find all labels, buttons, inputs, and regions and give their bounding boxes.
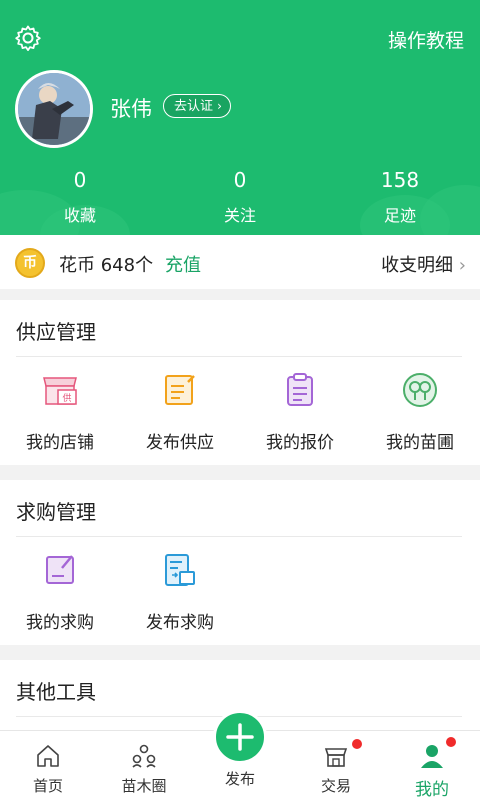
- divider: [16, 536, 462, 537]
- stat-value: 158: [380, 168, 420, 192]
- nav-label: 交易: [320, 777, 351, 795]
- chevron-right-icon: ›: [458, 255, 466, 276]
- stat-label: 收藏: [63, 206, 96, 225]
- nav-label: 我的: [415, 780, 449, 800]
- svg-text:供: 供: [62, 392, 71, 404]
- plus-icon: [226, 723, 254, 751]
- nav-label: 首页: [32, 777, 63, 795]
- my-purchase-icon: [46, 555, 74, 584]
- shop-icon: 供: [43, 377, 77, 405]
- profile-notification-badge: [446, 737, 456, 747]
- trade-notification-badge: [352, 739, 362, 749]
- verify-label: 去认证: [174, 99, 214, 114]
- stat-label: 关注: [223, 206, 256, 225]
- my-shop-button[interactable]: 供 我的店铺: [0, 370, 120, 453]
- card-title: 其他工具: [16, 680, 96, 704]
- publish-supply-icon: [165, 375, 195, 405]
- nav-trade[interactable]: 交易: [288, 731, 384, 800]
- username: 张伟: [110, 97, 152, 121]
- profile-header: 操作教程 张伟 去认证 › 0 收藏 0 关注 158 足迹: [0, 0, 480, 235]
- trade-icon: [324, 748, 348, 767]
- recharge-link[interactable]: 充值: [165, 251, 201, 277]
- publish-purchase-icon: [165, 554, 195, 586]
- card-title: 求购管理: [16, 500, 96, 524]
- stat-follows[interactable]: 0 关注: [190, 168, 290, 226]
- stat-footprints[interactable]: 158 足迹: [350, 168, 450, 226]
- nav-community[interactable]: 苗木圈: [96, 731, 192, 800]
- stat-value: 0: [233, 168, 247, 192]
- item-label: 我的店铺: [26, 433, 94, 453]
- item-label: 我的报价: [266, 433, 334, 453]
- nursery-icon: [403, 373, 437, 407]
- gear-icon[interactable]: [14, 24, 42, 52]
- tutorial-link[interactable]: 操作教程: [388, 26, 464, 53]
- stat-favorites[interactable]: 0 收藏: [30, 168, 130, 226]
- publish-purchase-button[interactable]: 发布求购: [120, 550, 240, 633]
- verify-button[interactable]: 去认证 ›: [163, 94, 231, 118]
- item-label: 发布供应: [146, 433, 214, 453]
- publish-label: 发布: [224, 770, 255, 788]
- item-label: 我的苗圃: [386, 433, 454, 453]
- avatar[interactable]: [15, 70, 93, 148]
- my-quote-button[interactable]: 我的报价: [240, 370, 360, 453]
- chevron-right-icon: ›: [217, 99, 222, 113]
- publish-supply-button[interactable]: 发布供应: [120, 370, 240, 453]
- my-purchase-button[interactable]: 我的求购: [0, 550, 120, 633]
- card-title: 供应管理: [16, 320, 96, 344]
- coin-balance-row: 币 花币 648个 充值 收支明细 ›: [0, 235, 480, 289]
- nav-profile[interactable]: 我的: [384, 731, 480, 800]
- coin-icon: 币: [15, 248, 45, 278]
- item-label: 我的求购: [26, 613, 94, 633]
- coin-balance: 花币 648个: [59, 255, 154, 276]
- supply-management-card: 供应管理 供 我的店铺 发布供应 我的报价 我的苗圃: [0, 300, 480, 465]
- item-label: 发布求购: [146, 613, 214, 633]
- stat-value: 0: [73, 168, 87, 192]
- nav-home[interactable]: 首页: [0, 731, 96, 800]
- ledger-label: 收支明细: [381, 255, 454, 276]
- community-icon: [132, 744, 156, 768]
- publish-button[interactable]: [213, 710, 267, 764]
- home-icon: [37, 745, 59, 767]
- divider: [16, 356, 462, 357]
- nav-label: 苗木圈: [121, 777, 167, 795]
- my-nursery-button[interactable]: 我的苗圃: [360, 370, 480, 453]
- ledger-link[interactable]: 收支明细 ›: [381, 251, 466, 277]
- quote-icon: [287, 373, 313, 406]
- stat-label: 足迹: [383, 206, 416, 225]
- purchase-management-card: 求购管理 我的求购 发布求购: [0, 480, 480, 645]
- profile-icon: [421, 745, 443, 768]
